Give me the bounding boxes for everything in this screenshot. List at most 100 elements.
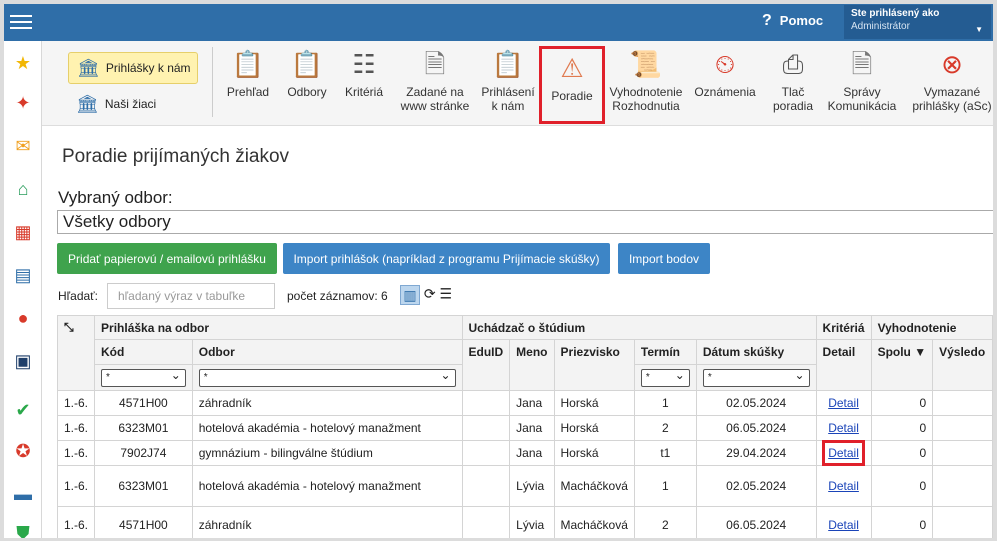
rank-cell: 1.-6. bbox=[56, 415, 96, 441]
hamburger-menu-icon[interactable] bbox=[10, 12, 32, 32]
toolbar-vyhodnotenie[interactable]: 📜 Vyhodnotenie Rozhodnutia bbox=[606, 47, 686, 113]
col-meno[interactable]: Meno bbox=[509, 339, 555, 391]
toolbar-kriteria[interactable]: ☷ Kritériá bbox=[338, 47, 390, 99]
table-row: 1.-6. 4571H00 záhradník Lývia Macháčková… bbox=[56, 506, 993, 538]
priezvisko-cell: Horská bbox=[553, 415, 635, 441]
institution-icon: 🏛 bbox=[76, 93, 99, 114]
calendar-icon[interactable]: ▦ bbox=[11, 220, 35, 244]
sort-desc-icon: ▼ bbox=[914, 345, 927, 359]
toolbar-oznamenia[interactable]: ⏲ Oznámenia bbox=[692, 47, 758, 99]
toolbar-spravy[interactable]: 🗎 Správy Komunikácia bbox=[824, 47, 900, 113]
col-priezvisko[interactable]: Priezvisko bbox=[553, 339, 635, 391]
filter-kod[interactable]: * bbox=[101, 367, 186, 387]
record-count: počet záznamov: 6 bbox=[287, 289, 388, 303]
search-input[interactable]: hľadaný výraz v tabuľke bbox=[107, 283, 275, 309]
toolbar-label: Oznámenia bbox=[694, 85, 756, 99]
vysledok-cell bbox=[932, 465, 993, 507]
schedule-icon[interactable]: ▣ bbox=[11, 349, 35, 373]
nasi-ziaci-button[interactable]: 🏛 Naši žiaci bbox=[68, 88, 198, 120]
toolbar-prihlaseni[interactable]: 📋 Prihlásení k nám bbox=[478, 47, 538, 113]
institution-icon: 🏛 bbox=[77, 57, 100, 78]
filter-datum[interactable]: * bbox=[702, 367, 810, 387]
toolbar-odbory[interactable]: 📋 Odbory bbox=[282, 47, 332, 99]
eduid-cell bbox=[461, 440, 511, 466]
ranking-table: ⤡ Prihláška na odbor Uchádzač o štúdium … bbox=[56, 315, 993, 538]
refresh-icon[interactable]: ⟳ bbox=[424, 286, 436, 302]
briefcase-icon[interactable]: ▬ bbox=[11, 482, 35, 506]
wand-icon[interactable]: ✦ bbox=[11, 91, 35, 115]
user-delete-icon: ⊗ bbox=[941, 49, 963, 79]
page-title: Poradie prijímaných žiakov bbox=[62, 146, 290, 167]
star-icon[interactable]: ★ bbox=[11, 51, 35, 75]
meno-cell: Jana bbox=[509, 415, 555, 441]
import-points-button[interactable]: Import bodov bbox=[618, 243, 710, 274]
meno-cell: Jana bbox=[509, 440, 555, 466]
detail-link[interactable]: Detail bbox=[822, 440, 865, 466]
col-datum[interactable]: Dátum skúšky bbox=[695, 339, 817, 365]
detail-link[interactable]: Detail bbox=[828, 479, 859, 493]
group-prihlaska: Prihláška na odbor bbox=[94, 315, 463, 340]
add-application-button[interactable]: Pridať papierovú / emailovú prihlášku bbox=[57, 243, 277, 274]
datum-cell: 06.05.2024 bbox=[695, 506, 817, 538]
toolbar-tlac[interactable]: ⎙ Tlač poradia bbox=[768, 47, 818, 113]
rank-cell: 1.-6. bbox=[56, 506, 96, 538]
col-spolu-label: Spolu bbox=[877, 345, 911, 359]
detail-cell: Detail bbox=[815, 506, 872, 538]
toolbar-vymazane[interactable]: ⊗ Vymazané prihlášky (aSc) bbox=[912, 47, 992, 113]
toolbar: 🏛 Prihlášky k nám 🏛 Naši žiaci 📋 Prehľad 📋 O… bbox=[42, 41, 993, 126]
toolbar-prehlad[interactable]: 📋 Prehľad bbox=[220, 47, 276, 99]
toolbar-poradie[interactable]: ⚠ Poradie bbox=[539, 46, 605, 124]
col-kod[interactable]: Kód bbox=[94, 339, 193, 365]
spolu-cell: 0 bbox=[870, 506, 934, 538]
eduid-cell bbox=[461, 415, 511, 441]
view-switcher: ▥ ⟳ ☰ bbox=[400, 285, 452, 305]
col-termin[interactable]: Termín bbox=[633, 339, 697, 365]
mail-icon[interactable]: ✉ bbox=[11, 134, 35, 158]
prihlasky-k-nam-button[interactable]: 🏛 Prihlášky k nám bbox=[68, 52, 198, 84]
chevron-down-icon: ▼ bbox=[975, 25, 983, 34]
odbor-select[interactable]: Všetky odbory bbox=[57, 210, 993, 234]
clock-icon: ⏲ bbox=[714, 49, 736, 79]
odbor-cell: hotelová akadémia - hotelový manažment bbox=[191, 415, 463, 441]
table-row: 1.-6. 6323M01 hotelová akadémia - hotelo… bbox=[56, 465, 993, 507]
kod-cell: 6323M01 bbox=[94, 415, 193, 441]
expand-icon[interactable]: ⤡ bbox=[56, 315, 96, 391]
detail-link[interactable]: Detail bbox=[828, 396, 859, 410]
spolu-cell: 0 bbox=[870, 415, 934, 441]
col-spolu[interactable]: Spolu ▼ bbox=[870, 339, 934, 391]
import-applications-button[interactable]: Import prihlášok (napríklad z programu P… bbox=[283, 243, 610, 274]
home-icon[interactable]: ⌂ bbox=[11, 177, 35, 201]
col-vysledok[interactable]: Výsledo bbox=[932, 339, 993, 391]
toolbar-label-2: k nám bbox=[491, 99, 525, 113]
vysledok-cell bbox=[932, 390, 993, 416]
book-icon[interactable]: ▤ bbox=[11, 263, 35, 287]
check-icon[interactable]: ✔ bbox=[11, 398, 35, 422]
user-menu[interactable]: Ste prihlásený ako Administrátor ▼ bbox=[844, 5, 991, 39]
badge-icon[interactable]: ✪ bbox=[11, 439, 35, 463]
list-view-icon[interactable]: ☰ bbox=[440, 286, 453, 302]
app-window: ? Pomoc Ste prihlásený ako Administrátor … bbox=[4, 4, 993, 538]
toolbar-label: Prehľad bbox=[226, 85, 270, 99]
col-eduid[interactable]: EduID bbox=[461, 339, 511, 391]
rank-cell: 1.-6. bbox=[56, 390, 96, 416]
toolbar-label: Vymazané bbox=[923, 85, 981, 99]
person-icon[interactable]: ● bbox=[11, 306, 35, 330]
kod-cell: 4571H00 bbox=[94, 506, 193, 538]
toolbar-label: Vyhodnotenie bbox=[609, 85, 683, 99]
table-row: 1.-6. 4571H00 záhradník Jana Horská 1 02… bbox=[56, 390, 993, 416]
rank-cell: 1.-6. bbox=[56, 440, 96, 466]
detail-link[interactable]: Detail bbox=[828, 518, 859, 532]
col-detail[interactable]: Detail bbox=[815, 339, 872, 391]
filter-cell: * bbox=[695, 364, 817, 391]
help-link[interactable]: ? Pomoc bbox=[762, 12, 823, 30]
detail-link[interactable]: Detail bbox=[828, 421, 859, 435]
toolbar-zadane[interactable]: 🗎 Zadané na www stránke bbox=[396, 47, 474, 113]
col-odbor[interactable]: Odbor bbox=[191, 339, 463, 365]
filter-odbor[interactable]: * bbox=[198, 367, 456, 387]
clipboard-check-icon: 📋 bbox=[491, 49, 525, 79]
columns-view-icon[interactable]: ▥ bbox=[400, 285, 420, 305]
filter-termin[interactable]: * bbox=[640, 367, 690, 387]
shield-icon[interactable]: ⛊ bbox=[11, 521, 35, 539]
toolbar-label: Prihlásení bbox=[481, 85, 535, 99]
odbor-cell: hotelová akadémia - hotelový manažment bbox=[191, 465, 463, 507]
